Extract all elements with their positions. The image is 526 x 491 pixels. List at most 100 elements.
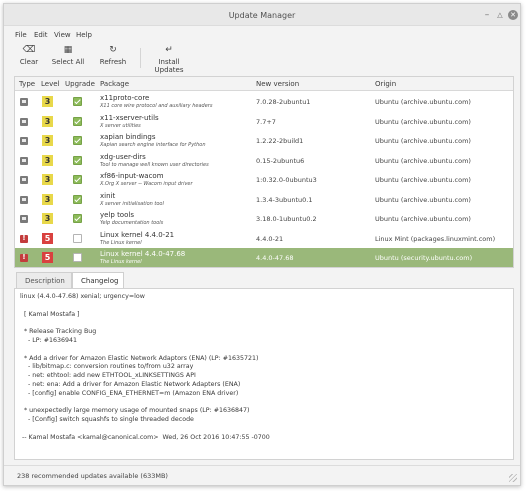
changelog-line: - LP: #1636941 [20, 336, 78, 344]
install-label: Install Updates [154, 58, 184, 74]
package-name: xdg-user-dirs [100, 152, 146, 161]
changelog-line [20, 399, 508, 408]
toolbar: ⌫ Clear ▦ Select All ↻ Refresh ↵ Install… [4, 44, 520, 74]
status-text: 238 recommended updates available (633MB… [17, 472, 168, 480]
origin: Ubuntu (archive.ubuntu.com) [375, 137, 471, 145]
package-update-icon [20, 176, 28, 184]
upgrade-checkbox[interactable] [73, 97, 82, 106]
menu-bar: File Edit View Help [4, 28, 520, 42]
changelog-line: - lib/bitmap.c: conversion routines to/f… [20, 363, 194, 371]
origin: Ubuntu (archive.ubuntu.com) [375, 195, 471, 204]
tab-description[interactable]: Description [16, 272, 72, 288]
column-origin[interactable]: Origin [375, 80, 396, 88]
upgrade-checkbox[interactable] [73, 116, 82, 126]
package-description: X11 core wire protocol and auxiliary hea… [100, 103, 213, 109]
status-bar: 238 recommended updates available (633MB… [4, 465, 520, 485]
upgrade-checkbox[interactable] [73, 155, 82, 165]
package-description: Yelp documentation tools [100, 220, 164, 226]
origin: Ubuntu (archive.ubuntu.com) [375, 98, 471, 106]
new-version: 7.0.28-2ubuntu1 [256, 98, 311, 106]
level-badge: 5 [42, 232, 53, 244]
package-update-icon [20, 215, 28, 223]
install-arrow-icon: ↵ [165, 45, 173, 55]
origin: Ubuntu (archive.ubuntu.com) [375, 215, 471, 223]
upgrade-checkbox[interactable] [73, 214, 82, 223]
update-manager-window: Update Manager – △ ✕ File Edit View Help… [3, 3, 521, 486]
new-version: 0.15-2ubuntu6 [256, 156, 305, 165]
package-update-icon [20, 117, 28, 126]
menu-edit[interactable]: Edit [34, 31, 48, 39]
clear-button[interactable]: ⌫ Clear [18, 44, 40, 66]
table-row[interactable]: 3 xinit X server initialisation tool 1.3.4-… [15, 190, 513, 210]
changelog-line: - [config] enable CONFIG_ENA_ETHERNET=m … [20, 389, 239, 397]
column-package[interactable]: Package [100, 80, 129, 88]
new-version: 4.4.0-47.68 [256, 254, 294, 262]
new-version: 7.7+7 [256, 117, 276, 126]
new-version: 1.2.22-2build1 [256, 137, 304, 145]
close-icon[interactable]: ✕ [508, 10, 518, 20]
package-description: X.Org X server -- Wacom input driver [100, 181, 193, 187]
menu-file[interactable]: File [15, 31, 27, 39]
table-row[interactable]: 3 xf86-input-wacom X.Org X server -- Wacom… [15, 170, 513, 190]
changelog-line: - [Config] switch squashfs to single thr… [20, 416, 194, 424]
menu-help[interactable]: Help [76, 31, 92, 39]
package-description: X server initialisation tool [100, 200, 164, 207]
upgrade-checkbox[interactable] [73, 136, 82, 145]
table-row[interactable]: 5 Linux kernel 4.4.0-47.68The Linux kerne… [15, 248, 513, 267]
table-row[interactable]: 3 xapian bindings Xapian search engine int… [15, 131, 513, 151]
package-description: The Linux kernel [100, 239, 142, 246]
table-row[interactable]: 3 x11proto-core X11 core wire protocol and… [15, 92, 513, 112]
level-badge: 3 [42, 174, 53, 185]
upgrade-checkbox[interactable] [73, 175, 82, 184]
column-type[interactable]: Type [19, 80, 35, 88]
changelog-line [20, 346, 508, 355]
changelog-line [20, 319, 508, 328]
column-level[interactable]: Level [41, 80, 59, 88]
origin: Ubuntu (archive.ubuntu.com) [375, 156, 471, 165]
table-row[interactable]: 3 yelp tools Yelp documentation tools 3.18.… [15, 209, 513, 229]
changelog-line: * unexpectedly large memory usage of mou… [20, 407, 250, 415]
maximize-icon[interactable]: △ [495, 10, 505, 20]
window-title: Update Manager [228, 11, 296, 20]
package-update-icon [20, 98, 28, 106]
column-new-version[interactable]: New version [256, 80, 299, 88]
table-row[interactable]: 5 Linux kernel 4.4.0-21The Linux kernel 4.… [15, 229, 513, 249]
refresh-button[interactable]: ↻ Refresh [98, 44, 128, 66]
package-name: x11proto-core [100, 94, 150, 102]
refresh-label: Refresh [99, 58, 127, 66]
changelog-line: [ Kamal Mostafa ] [20, 310, 80, 318]
updates-table: Type Level Upgrade Package New version O… [14, 76, 514, 268]
tab-changelog[interactable]: Changelog [72, 272, 124, 288]
level-badge: 3 [42, 213, 53, 224]
toolbar-separator [140, 48, 141, 68]
resize-grip[interactable] [509, 474, 517, 482]
column-upgrade[interactable]: Upgrade [65, 80, 95, 88]
table-row[interactable]: 3 x11-xserver-utils X server utilities 7.7+… [15, 112, 513, 132]
install-updates-button[interactable]: ↵ Install Updates [144, 44, 194, 74]
changelog-line [20, 425, 508, 434]
table-header: Type Level Upgrade Package New version O… [15, 77, 513, 91]
new-version: 1.3.4-3ubuntu0.1 [256, 195, 313, 204]
package-name: x11-xserver-utils [100, 113, 159, 122]
minimize-icon[interactable]: – [482, 10, 492, 20]
package-name: Linux kernel 4.4.0-21 [100, 230, 175, 239]
package-update-icon [20, 156, 28, 165]
new-version: 1:0.32.0-0ubuntu3 [256, 176, 317, 184]
select-all-button[interactable]: ▦ Select All [50, 44, 86, 66]
package-name: yelp tools [100, 211, 134, 219]
upgrade-checkbox[interactable] [73, 194, 82, 204]
changelog-line: * Release Tracking Bug [20, 328, 97, 336]
origin: Ubuntu (archive.ubuntu.com) [375, 176, 471, 184]
upgrade-checkbox[interactable] [73, 233, 82, 243]
level-badge: 3 [42, 96, 53, 107]
menu-view[interactable]: View [54, 31, 71, 39]
table-row[interactable]: 3 xdg-user-dirs Tool to manage well known … [15, 151, 513, 171]
title-bar: Update Manager – △ ✕ [4, 4, 520, 26]
package-name: xapian bindings [100, 133, 156, 141]
package-update-icon [20, 137, 28, 145]
changelog-line: - net: ena: Add a driver for Amazon Elas… [20, 380, 241, 388]
upgrade-checkbox[interactable] [73, 253, 82, 262]
level-badge: 3 [42, 193, 53, 205]
new-version: 3.18.0-1ubuntu0.2 [256, 215, 317, 223]
origin: Linux Mint (packages.linuxmint.com) [375, 234, 496, 243]
